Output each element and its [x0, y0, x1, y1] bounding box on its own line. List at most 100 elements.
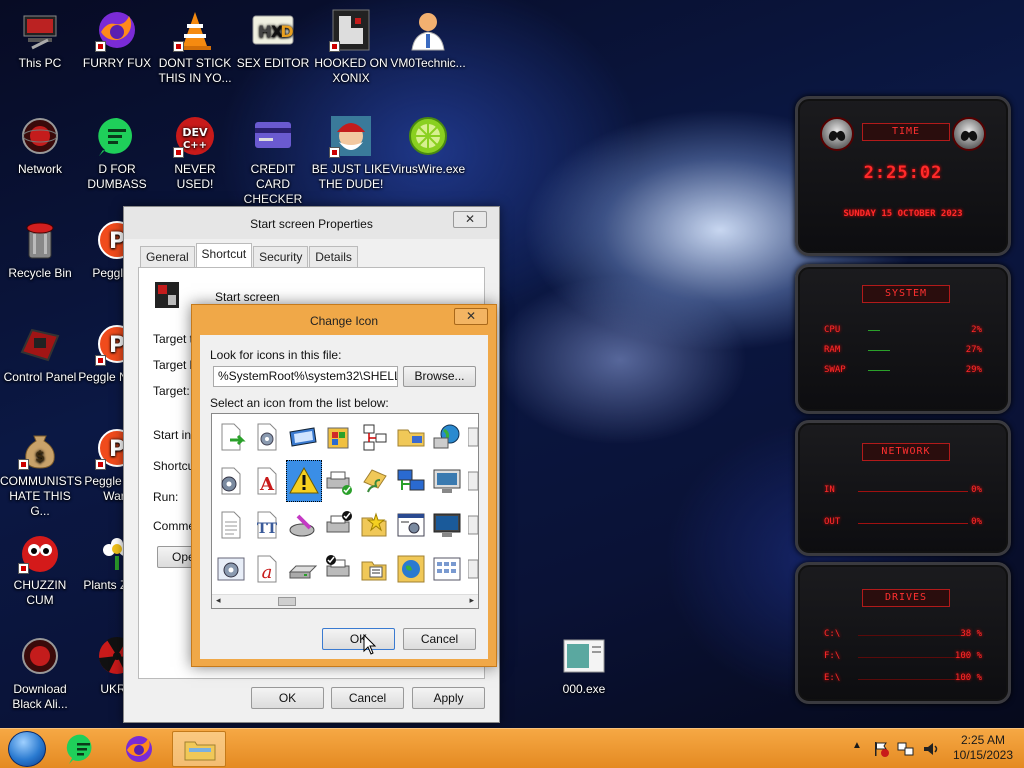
- drive-e-label: E:\: [824, 673, 841, 683]
- icon-file-path-input[interactable]: %SystemRoot%\system32\SHELL32.dll: [213, 366, 398, 387]
- scroll-right-arrow-icon[interactable]: ▸: [469, 596, 474, 606]
- window-app-icon[interactable]: [286, 418, 320, 456]
- show-hidden-icons-chevron-icon[interactable]: ▲: [852, 740, 862, 768]
- desktop-icon-credit-card-checker[interactable]: CREDIT CARD CHECKER: [233, 114, 313, 207]
- network-tree-icon[interactable]: [358, 418, 392, 456]
- tab-general[interactable]: General: [140, 246, 195, 267]
- programs-icon[interactable]: [322, 418, 356, 456]
- favorites-folder-icon[interactable]: [358, 506, 392, 544]
- target-label: Target:: [153, 384, 190, 398]
- desktop-icon-vm0technic[interactable]: VM0Technic...: [388, 8, 468, 71]
- network-computers-icon[interactable]: [394, 462, 428, 500]
- desktop-icon-dont-stick[interactable]: DONT STICK THIS IN YO...: [155, 8, 235, 86]
- properties-cancel-button[interactable]: Cancel: [331, 687, 404, 709]
- desktop-icon-viruswire[interactable]: VirusWire.exe: [388, 114, 468, 177]
- partial-icon[interactable]: [466, 462, 478, 500]
- properties-titlebar[interactable]: Start screen Properties ✕: [124, 207, 499, 239]
- desktop-icon-d-for-dumbass[interactable]: D FOR DUMBASS: [77, 114, 157, 192]
- desktop-icon-furry-fux[interactable]: FURRY FUX: [77, 8, 157, 71]
- desktop-icon-this-pc[interactable]: This PC: [0, 8, 80, 71]
- warning-icon[interactable]: [286, 460, 322, 502]
- change-icon-dialog: Change Icon ✕ Look for icons in this fil…: [191, 304, 497, 667]
- svg-text:a: a: [262, 562, 273, 583]
- taskbar-chat-app[interactable]: [58, 732, 108, 766]
- taskbar-firefox[interactable]: [114, 732, 164, 766]
- globe-computer-icon[interactable]: [430, 418, 464, 456]
- drive-e-value: 100 %: [954, 673, 982, 683]
- printer-default-icon[interactable]: [322, 550, 356, 588]
- monitor-icon[interactable]: [430, 462, 464, 500]
- desktop-icon-sex-editor[interactable]: HXD SEX EDITOR: [233, 8, 313, 71]
- list-view-window-icon[interactable]: [430, 550, 464, 588]
- settings-document-icon[interactable]: [250, 418, 284, 456]
- dev-cpp-icon: DEV C++: [173, 114, 217, 158]
- select-icon-label: Select an icon from the list below:: [210, 396, 389, 410]
- shared-folder-icon[interactable]: [358, 462, 392, 500]
- shortcut-app-icon: [153, 280, 181, 310]
- network-in-graph: [858, 491, 968, 492]
- hard-drive-icon[interactable]: [286, 550, 320, 588]
- folder-list-icon[interactable]: [358, 550, 392, 588]
- action-center-flag-icon[interactable]: [872, 740, 890, 768]
- tab-details[interactable]: Details: [309, 246, 358, 267]
- icon-list[interactable]: A TT a ◂ ▸: [211, 413, 479, 609]
- font-script-a-icon[interactable]: a: [250, 550, 284, 588]
- properties-ok-button[interactable]: OK: [251, 687, 324, 709]
- volume-speaker-icon[interactable]: [922, 740, 940, 768]
- desktop-icon-control-panel[interactable]: Control Panel: [0, 322, 80, 385]
- taskbar: ▲ 2:25 AM 10/15/2023: [0, 728, 1024, 768]
- alien-head-icon: [820, 117, 854, 151]
- partial-icon[interactable]: [466, 418, 478, 456]
- browse-button[interactable]: Browse...: [403, 366, 476, 387]
- desktop-icon-communists[interactable]: $ COMMUNISTS HATE THIS G...: [0, 426, 82, 519]
- drive-c-bar: [858, 635, 968, 636]
- desktop-icon-recycle-bin[interactable]: Recycle Bin: [0, 218, 80, 281]
- taskbar-clock[interactable]: 2:25 AM 10/15/2023: [950, 733, 1016, 768]
- font-a-icon[interactable]: A: [250, 462, 284, 500]
- desktop-icon-hooked-on-xonix[interactable]: HOOKED ON XONIX: [311, 8, 391, 86]
- close-icon: ✕: [465, 309, 477, 323]
- desktop-icon-be-just-like-the-dude[interactable]: BE JUST LIKE THE DUDE!: [311, 114, 391, 192]
- desktop-icon-never-used[interactable]: DEV C++ NEVER USED!: [155, 114, 235, 192]
- tab-shortcut[interactable]: Shortcut: [195, 243, 253, 267]
- ram-label: RAM: [824, 345, 841, 355]
- gear-document-icon[interactable]: [214, 462, 248, 500]
- properties-apply-button[interactable]: Apply: [412, 687, 485, 709]
- taskbar-file-explorer[interactable]: [172, 731, 226, 767]
- drive-cleanup-icon[interactable]: [286, 506, 320, 544]
- display-icon[interactable]: [430, 506, 464, 544]
- default-printer-icon[interactable]: [322, 506, 356, 544]
- icon-list-horizontal-scrollbar[interactable]: ◂ ▸: [212, 594, 478, 608]
- partial-icon[interactable]: [466, 506, 478, 544]
- widget-clock: 2:25:02: [863, 163, 943, 183]
- truetype-font-icon[interactable]: TT: [250, 506, 284, 544]
- change-icon-ok-button[interactable]: OK: [322, 628, 395, 650]
- desktop-icon-download-black-alien[interactable]: Download Black Ali...: [0, 634, 80, 712]
- network-folder-icon[interactable]: [394, 418, 428, 456]
- drive-f-value: 100 %: [954, 651, 982, 661]
- credit-card-icon: [251, 114, 295, 158]
- shortcut-name: Start screen: [215, 290, 280, 304]
- scroll-left-arrow-icon[interactable]: ◂: [216, 596, 221, 606]
- printer-check-icon[interactable]: [322, 462, 356, 500]
- desktop-icon-network[interactable]: Network: [0, 114, 80, 177]
- desktop-icon-chuzzin[interactable]: CHUZZIN CUM: [0, 530, 80, 608]
- network-status-icon[interactable]: [896, 740, 916, 768]
- tab-security[interactable]: Security: [253, 246, 309, 267]
- network-in-value: 0%: [971, 485, 982, 495]
- change-icon-cancel-button[interactable]: Cancel: [403, 628, 476, 650]
- partial-icon[interactable]: [466, 550, 478, 588]
- start-orb-button[interactable]: [8, 731, 46, 767]
- text-document-icon[interactable]: [214, 506, 248, 544]
- drive-e-bar: [858, 679, 968, 680]
- control-panel-window-icon[interactable]: [394, 506, 428, 544]
- document-arrow-icon[interactable]: [214, 418, 248, 456]
- scrollbar-thumb[interactable]: [278, 597, 296, 606]
- desktop-icon-000-exe[interactable]: 000.exe: [544, 634, 624, 697]
- xonix-icon: [329, 8, 373, 52]
- settings-window-icon[interactable]: [214, 550, 248, 588]
- change-icon-close-button[interactable]: ✕: [454, 308, 488, 325]
- properties-close-button[interactable]: ✕: [453, 211, 487, 228]
- control-panel-icon: [18, 322, 62, 366]
- earth-frame-icon[interactable]: [394, 550, 428, 588]
